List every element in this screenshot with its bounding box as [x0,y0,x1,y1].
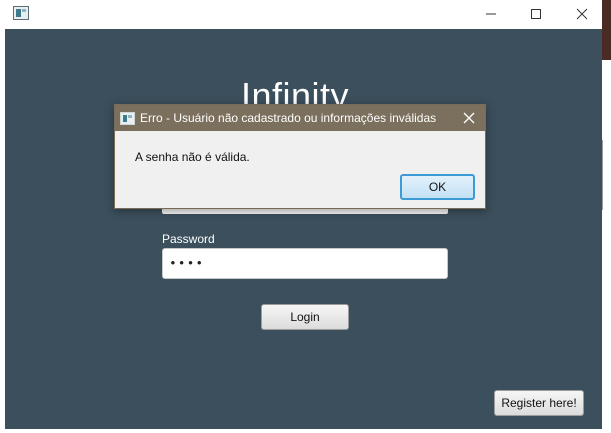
desktop-window-edge [602,140,611,210]
desktop-photo [602,0,611,60]
dialog-title: Erro - Usuário não cadastrado ou informa… [140,111,437,125]
close-icon[interactable] [562,3,602,25]
dialog-app-icon [120,112,135,125]
main-window: Infinity Password •••• Login Register he… [0,0,602,433]
title-bar[interactable] [0,0,602,29]
maximize-icon[interactable] [516,3,556,25]
dialog-message: A senha não é válida. [135,150,250,164]
password-input[interactable]: •••• [162,248,448,279]
ok-button[interactable]: OK [400,174,475,200]
desktop-background [602,0,611,433]
minimize-icon[interactable] [471,3,511,25]
login-button[interactable]: Login [261,304,349,330]
app-window-icon [13,6,29,20]
dialog-title-bar[interactable]: Erro - Usuário não cadastrado ou informa… [115,105,485,131]
password-label: Password [162,232,215,246]
register-button[interactable]: Register here! [494,390,584,416]
login-panel: Infinity Password •••• Login Register he… [5,29,602,429]
error-dialog: Erro - Usuário não cadastrado ou informa… [114,104,486,209]
dialog-close-icon[interactable] [459,109,479,127]
